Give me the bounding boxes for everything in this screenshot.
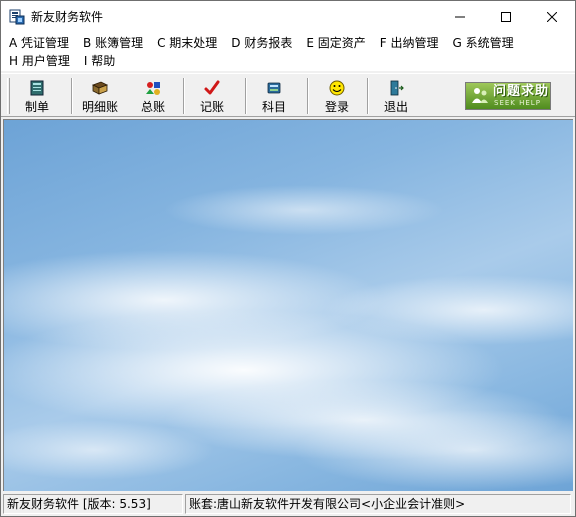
voucher-button[interactable]: 制单 bbox=[9, 76, 65, 116]
status-bar: 新友财务软件 [版本: 5.53] 账套:唐山新友软件开发有限公司<小企业会计准… bbox=[1, 491, 575, 516]
voucher-label: 制单 bbox=[24, 100, 49, 114]
menu-ledger[interactable]: B 账簿管理 bbox=[75, 34, 149, 52]
title-bar: 新友财务软件 bbox=[1, 1, 575, 33]
window-title: 新友财务软件 bbox=[31, 10, 104, 24]
app-window: 新友财务软件 A 凭证管理 B 账簿管理 C 期末处理 D 财务报表 E 固定资… bbox=[0, 0, 576, 517]
status-app-version: 新友财务软件 [版本: 5.53] bbox=[3, 494, 183, 514]
menu-system[interactable]: G 系统管理 bbox=[444, 34, 519, 52]
general-ledger-button[interactable]: 总账 bbox=[125, 76, 181, 116]
detail-ledger-button[interactable]: 明细账 bbox=[72, 76, 128, 116]
menu-row: H 用户管理 I 帮助 bbox=[1, 52, 121, 70]
people-help-icon bbox=[472, 88, 488, 103]
exit-door-icon bbox=[390, 80, 404, 96]
checkmark-icon bbox=[204, 80, 220, 95]
menu-fixed-assets[interactable]: E 固定资产 bbox=[298, 34, 371, 52]
exit-button[interactable]: 退出 bbox=[368, 76, 424, 116]
app-icon bbox=[9, 9, 25, 25]
menu-cashier[interactable]: F 出纳管理 bbox=[372, 34, 445, 52]
menu-users[interactable]: H 用户管理 bbox=[1, 52, 76, 70]
close-icon bbox=[547, 12, 557, 22]
voucher-icon bbox=[30, 80, 44, 96]
posting-button[interactable]: 记账 bbox=[184, 76, 240, 116]
seek-help-button[interactable]: 问题求助 SEEK HELP bbox=[465, 82, 551, 110]
accounts-label: 科目 bbox=[261, 100, 286, 114]
status-account-set: 账套:唐山新友软件开发有限公司<小企业会计准则> bbox=[185, 494, 571, 514]
general-ledger-icon bbox=[146, 82, 160, 95]
toolbar: 制单 明细账 总账 记账 科目 登录 退出 问题求助 SEEK HELP bbox=[1, 73, 575, 117]
close-button[interactable] bbox=[529, 1, 575, 33]
seek-help-label: 问题求助 bbox=[493, 84, 550, 99]
exit-label: 退出 bbox=[383, 100, 408, 114]
menu-period-end[interactable]: C 期末处理 bbox=[149, 34, 223, 52]
main-background-sky bbox=[3, 119, 573, 491]
posting-label: 记账 bbox=[199, 100, 224, 114]
minimize-button[interactable] bbox=[437, 1, 483, 33]
menu-bar: A 凭证管理 B 账簿管理 C 期末处理 D 财务报表 E 固定资产 F 出纳管… bbox=[1, 33, 575, 71]
login-button[interactable]: 登录 bbox=[309, 76, 365, 116]
menu-reports[interactable]: D 财务报表 bbox=[223, 34, 298, 52]
general-ledger-label: 总账 bbox=[140, 100, 165, 114]
seek-help-sublabel: SEEK HELP bbox=[494, 99, 541, 107]
accounts-button[interactable]: 科目 bbox=[246, 76, 302, 116]
menu-help[interactable]: I 帮助 bbox=[76, 52, 121, 70]
accounts-icon bbox=[267, 82, 281, 94]
menu-voucher[interactable]: A 凭证管理 bbox=[1, 34, 75, 52]
detail-ledger-label: 明细账 bbox=[81, 100, 118, 114]
maximize-icon bbox=[501, 12, 511, 22]
login-label: 登录 bbox=[324, 100, 349, 114]
maximize-button[interactable] bbox=[483, 1, 529, 33]
minimize-icon bbox=[455, 16, 465, 18]
smiley-icon bbox=[329, 80, 345, 96]
menu-row: A 凭证管理 B 账簿管理 C 期末处理 D 财务报表 E 固定资产 F 出纳管… bbox=[1, 34, 520, 52]
ledger-book-icon bbox=[92, 81, 108, 95]
